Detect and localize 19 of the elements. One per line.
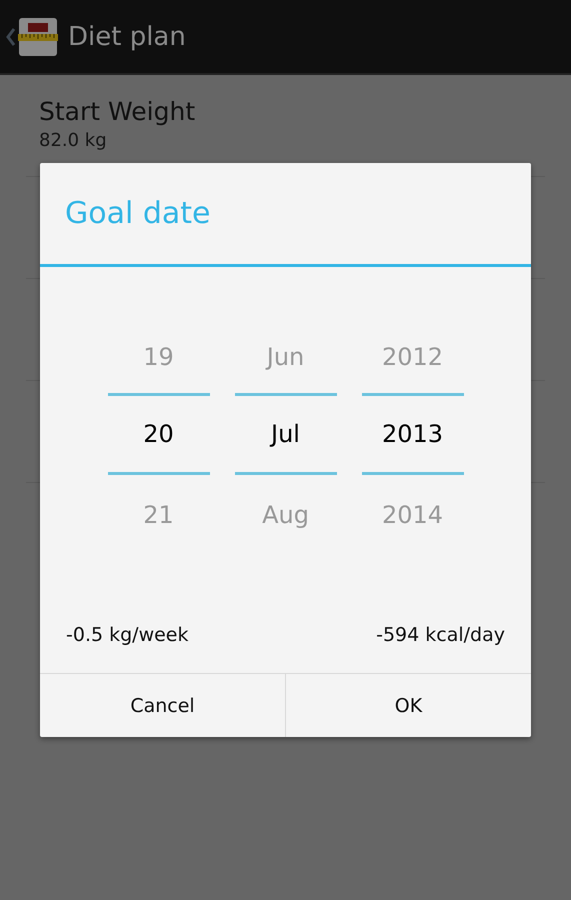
screen-title: Diet plan bbox=[68, 22, 186, 52]
picker-value[interactable]: Aug bbox=[234, 487, 336, 543]
daily-calories-text: -594 kcal/day bbox=[376, 624, 505, 646]
weekly-rate-text: -0.5 kg/week bbox=[66, 624, 188, 646]
picker-value[interactable]: 2013 bbox=[362, 396, 464, 472]
picker-value[interactable]: 19 bbox=[108, 329, 210, 385]
picker-value[interactable]: Jun bbox=[234, 329, 336, 385]
dialog-title: Goal date bbox=[65, 196, 211, 231]
setting-value: 82.0 kg bbox=[39, 130, 108, 151]
picker-value[interactable]: Jul bbox=[234, 396, 336, 472]
picker-value[interactable]: 20 bbox=[108, 396, 210, 472]
dialog-button[interactable]: Cancel bbox=[40, 674, 285, 737]
picker-value[interactable]: 21 bbox=[108, 487, 210, 543]
dialog-button[interactable]: OK bbox=[285, 674, 531, 737]
scale-tape-icon bbox=[18, 16, 58, 56]
picker-value[interactable]: 2012 bbox=[362, 329, 464, 385]
picker-value[interactable]: 2014 bbox=[362, 487, 464, 543]
setting-title: Start Weight bbox=[39, 97, 196, 126]
back-chevron-icon bbox=[6, 26, 16, 46]
